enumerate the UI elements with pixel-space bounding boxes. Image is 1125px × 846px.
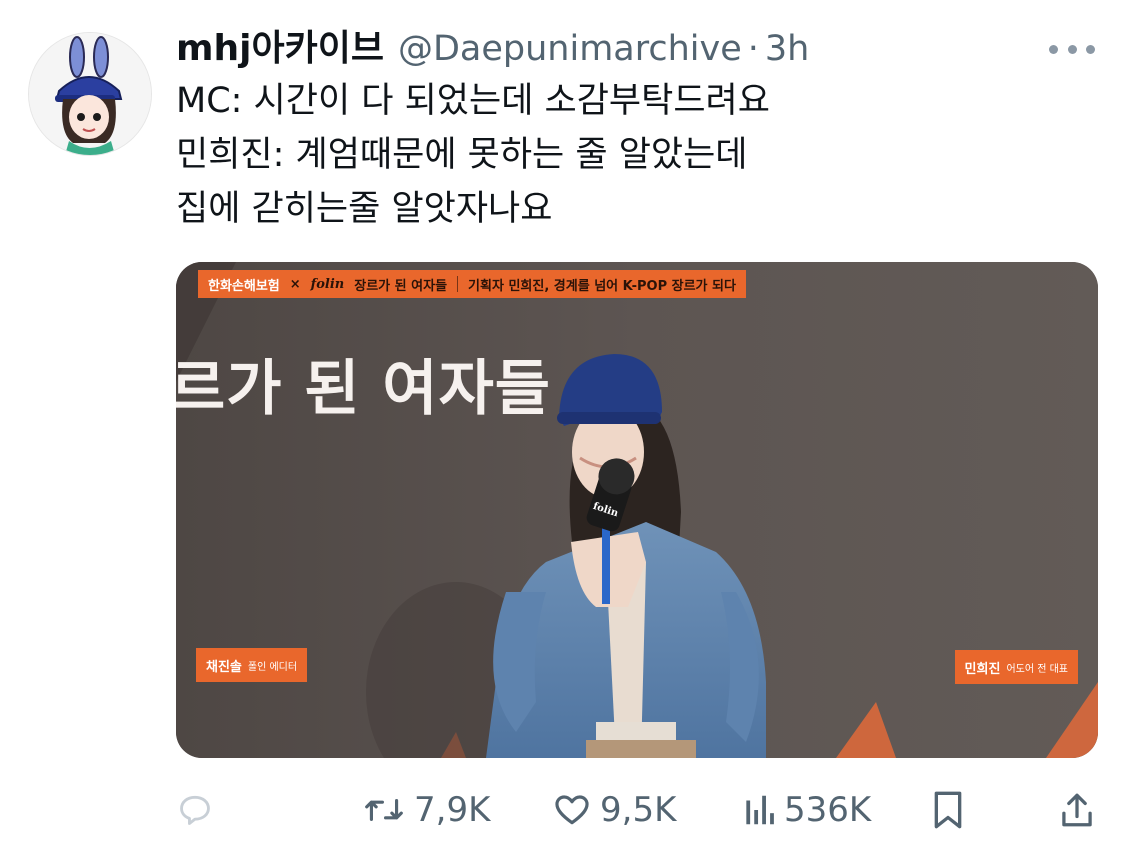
heart-icon: [555, 795, 589, 825]
more-icon-dot: [1067, 44, 1077, 54]
stage-headline: 르가 된 여자들: [176, 354, 551, 424]
share-icon: [1062, 793, 1092, 827]
tweet-text-line: 민희진: 계엄때문에 못하는 줄 알았는데: [176, 135, 748, 175]
tweet-actions-bar: 7,9K 9,5K 536K: [176, 780, 1095, 840]
caption-left-name: 채진솔: [206, 659, 242, 675]
caption-right: 민희진 어도어 전 대표: [954, 650, 1078, 684]
views-icon: [746, 795, 774, 825]
caption-left-role: 폴인 에디터: [247, 661, 298, 673]
banner-sponsor: 한화손해보험: [208, 278, 280, 294]
user-handle[interactable]: @Daepunimarchive: [398, 24, 742, 74]
event-banner: 한화손해보험 × folin 장르가 된 여자들 기획자 민희진, 경계를 넘어…: [198, 270, 746, 298]
retweet-button[interactable]: 7,9K: [362, 780, 490, 840]
views-button[interactable]: 536K: [742, 780, 871, 840]
views-count: 536K: [784, 790, 872, 830]
banner-x: ×: [289, 276, 301, 292]
like-button[interactable]: 9,5K: [552, 780, 676, 840]
banner-brand: folin: [310, 276, 345, 292]
tweet-text: MC: 시간이 다 되었는데 소감부탁드려요 민희진: 계엄때문에 못하는 줄 …: [176, 74, 1076, 236]
share-button[interactable]: [1059, 780, 1095, 840]
separator-dot: ·: [747, 29, 759, 69]
caption-right-name: 민희진: [964, 661, 1001, 677]
display-name[interactable]: mhj아카이브: [176, 24, 384, 74]
caption-left: 채진솔 폴인 에디터: [196, 648, 308, 682]
caption-right-role: 어도어 전 대표: [1006, 663, 1068, 675]
bunny-avatar-illustration: [29, 33, 151, 155]
more-options-button[interactable]: [1049, 34, 1095, 64]
bookmark-button[interactable]: [930, 780, 966, 840]
retweet-count: 7,9K: [414, 790, 491, 830]
reply-button[interactable]: [176, 780, 222, 840]
tweet-text-line: MC: 시간이 다 되었는데 소감부탁드려요: [176, 81, 770, 121]
bookmark-icon: [934, 791, 962, 829]
banner-subtitle: 기획자 민희진, 경계를 넘어 K-POP 장르가 되다: [468, 278, 736, 294]
reply-icon: [180, 795, 210, 825]
timestamp[interactable]: 3h: [765, 24, 809, 74]
banner-divider: [457, 276, 459, 292]
banner-series: 장르가 된 여자들: [354, 278, 448, 294]
tweet-header: mhj아카이브 @Daepunimarchive · 3h: [176, 24, 1005, 74]
retweet-icon: [365, 799, 403, 821]
like-count: 9,5K: [600, 790, 677, 830]
more-icon-dot: [1049, 44, 1058, 54]
avatar[interactable]: [28, 32, 152, 156]
tweet-media-photo[interactable]: folin 한화손해보험 × folin 장르가 된 여자들 기획자 민희진, …: [176, 262, 1098, 758]
tweet-text-line: 집에 갇히는줄 알앗자나요: [176, 189, 553, 229]
more-icon-dot: [1086, 44, 1095, 54]
